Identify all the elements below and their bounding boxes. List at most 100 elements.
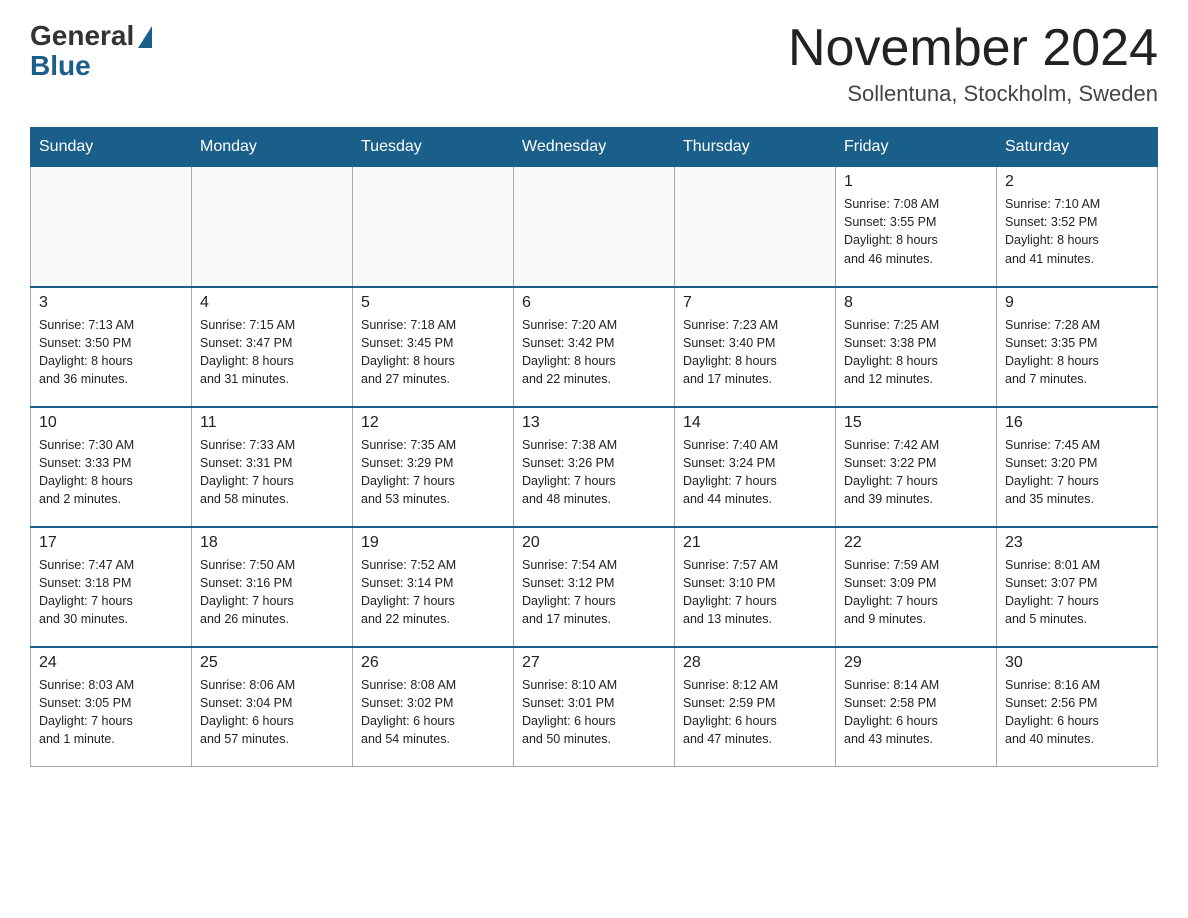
calendar-week-row: 10 Sunrise: 7:30 AM Sunset: 3:33 PM Dayli… <box>31 407 1158 527</box>
day-info: Sunrise: 7:42 AM Sunset: 3:22 PM Dayligh… <box>844 436 988 509</box>
calendar-cell: 23 Sunrise: 8:01 AM Sunset: 3:07 PM Dayli… <box>997 527 1158 647</box>
day-info: Sunrise: 7:54 AM Sunset: 3:12 PM Dayligh… <box>522 556 666 629</box>
calendar-cell: 20 Sunrise: 7:54 AM Sunset: 3:12 PM Dayli… <box>514 527 675 647</box>
calendar-cell: 18 Sunrise: 7:50 AM Sunset: 3:16 PM Dayli… <box>192 527 353 647</box>
calendar-cell <box>353 167 514 287</box>
day-number: 19 <box>361 534 505 552</box>
logo-general-text: General <box>30 20 134 52</box>
calendar-cell: 22 Sunrise: 7:59 AM Sunset: 3:09 PM Dayli… <box>836 527 997 647</box>
day-number: 22 <box>844 534 988 552</box>
calendar-cell: 24 Sunrise: 8:03 AM Sunset: 3:05 PM Dayli… <box>31 647 192 767</box>
calendar-cell: 8 Sunrise: 7:25 AM Sunset: 3:38 PM Daylig… <box>836 287 997 407</box>
calendar-cell: 28 Sunrise: 8:12 AM Sunset: 2:59 PM Dayli… <box>675 647 836 767</box>
day-info: Sunrise: 7:40 AM Sunset: 3:24 PM Dayligh… <box>683 436 827 509</box>
column-header-monday: Monday <box>192 128 353 167</box>
day-number: 27 <box>522 654 666 672</box>
day-number: 18 <box>200 534 344 552</box>
calendar-cell: 17 Sunrise: 7:47 AM Sunset: 3:18 PM Dayli… <box>31 527 192 647</box>
day-number: 10 <box>39 414 183 432</box>
calendar-cell: 16 Sunrise: 7:45 AM Sunset: 3:20 PM Dayli… <box>997 407 1158 527</box>
day-number: 26 <box>361 654 505 672</box>
day-info: Sunrise: 8:06 AM Sunset: 3:04 PM Dayligh… <box>200 676 344 749</box>
day-number: 21 <box>683 534 827 552</box>
logo: General Blue <box>30 20 152 80</box>
day-info: Sunrise: 7:30 AM Sunset: 3:33 PM Dayligh… <box>39 436 183 509</box>
day-info: Sunrise: 7:23 AM Sunset: 3:40 PM Dayligh… <box>683 316 827 389</box>
day-info: Sunrise: 7:57 AM Sunset: 3:10 PM Dayligh… <box>683 556 827 629</box>
day-info: Sunrise: 7:50 AM Sunset: 3:16 PM Dayligh… <box>200 556 344 629</box>
calendar-cell: 7Sunrise: 7:23 AM Sunset: 3:40 PM Daylig… <box>675 287 836 407</box>
day-info: Sunrise: 7:47 AM Sunset: 3:18 PM Dayligh… <box>39 556 183 629</box>
day-number: 30 <box>1005 654 1149 672</box>
day-info: Sunrise: 8:08 AM Sunset: 3:02 PM Dayligh… <box>361 676 505 749</box>
day-info: Sunrise: 8:16 AM Sunset: 2:56 PM Dayligh… <box>1005 676 1149 749</box>
calendar-cell: 11 Sunrise: 7:33 AM Sunset: 3:31 PM Dayli… <box>192 407 353 527</box>
day-number: 28 <box>683 654 827 672</box>
day-number: 8 <box>844 294 988 312</box>
month-title: November 2024 <box>788 20 1158 77</box>
day-number: 3 <box>39 294 183 312</box>
day-number: 20 <box>522 534 666 552</box>
day-info: Sunrise: 7:52 AM Sunset: 3:14 PM Dayligh… <box>361 556 505 629</box>
day-number: 9 <box>1005 294 1149 312</box>
day-info: Sunrise: 7:59 AM Sunset: 3:09 PM Dayligh… <box>844 556 988 629</box>
calendar-cell: 25Sunrise: 8:06 AM Sunset: 3:04 PM Dayli… <box>192 647 353 767</box>
calendar-cell: 4Sunrise: 7:15 AM Sunset: 3:47 PM Daylig… <box>192 287 353 407</box>
calendar-cell <box>675 167 836 287</box>
day-info: Sunrise: 8:14 AM Sunset: 2:58 PM Dayligh… <box>844 676 988 749</box>
calendar-cell: 2 Sunrise: 7:10 AM Sunset: 3:52 PM Daylig… <box>997 167 1158 287</box>
calendar-week-row: 24 Sunrise: 8:03 AM Sunset: 3:05 PM Dayli… <box>31 647 1158 767</box>
calendar-cell: 21 Sunrise: 7:57 AM Sunset: 3:10 PM Dayli… <box>675 527 836 647</box>
calendar-cell: 10 Sunrise: 7:30 AM Sunset: 3:33 PM Dayli… <box>31 407 192 527</box>
column-header-saturday: Saturday <box>997 128 1158 167</box>
calendar-cell: 9Sunrise: 7:28 AM Sunset: 3:35 PM Daylig… <box>997 287 1158 407</box>
location-subtitle: Sollentuna, Stockholm, Sweden <box>788 81 1158 107</box>
day-number: 4 <box>200 294 344 312</box>
day-info: Sunrise: 7:38 AM Sunset: 3:26 PM Dayligh… <box>522 436 666 509</box>
calendar-cell: 14 Sunrise: 7:40 AM Sunset: 3:24 PM Dayli… <box>675 407 836 527</box>
column-header-tuesday: Tuesday <box>353 128 514 167</box>
calendar-cell <box>514 167 675 287</box>
day-info: Sunrise: 8:01 AM Sunset: 3:07 PM Dayligh… <box>1005 556 1149 629</box>
day-info: Sunrise: 7:33 AM Sunset: 3:31 PM Dayligh… <box>200 436 344 509</box>
calendar-cell: 3 Sunrise: 7:13 AM Sunset: 3:50 PM Daylig… <box>31 287 192 407</box>
calendar-cell: 12Sunrise: 7:35 AM Sunset: 3:29 PM Dayli… <box>353 407 514 527</box>
calendar-cell: 5 Sunrise: 7:18 AM Sunset: 3:45 PM Daylig… <box>353 287 514 407</box>
day-info: Sunrise: 8:10 AM Sunset: 3:01 PM Dayligh… <box>522 676 666 749</box>
logo-blue-text: Blue <box>30 52 91 80</box>
calendar-header-row: SundayMondayTuesdayWednesdayThursdayFrid… <box>31 128 1158 167</box>
day-info: Sunrise: 7:45 AM Sunset: 3:20 PM Dayligh… <box>1005 436 1149 509</box>
column-header-wednesday: Wednesday <box>514 128 675 167</box>
column-header-sunday: Sunday <box>31 128 192 167</box>
calendar-cell <box>31 167 192 287</box>
day-info: Sunrise: 7:18 AM Sunset: 3:45 PM Dayligh… <box>361 316 505 389</box>
page-header: General Blue November 2024 Sollentuna, S… <box>30 20 1158 107</box>
day-info: Sunrise: 8:03 AM Sunset: 3:05 PM Dayligh… <box>39 676 183 749</box>
day-number: 17 <box>39 534 183 552</box>
day-number: 16 <box>1005 414 1149 432</box>
day-number: 5 <box>361 294 505 312</box>
day-number: 24 <box>39 654 183 672</box>
calendar-cell <box>192 167 353 287</box>
day-info: Sunrise: 7:08 AM Sunset: 3:55 PM Dayligh… <box>844 195 988 268</box>
calendar-cell: 27 Sunrise: 8:10 AM Sunset: 3:01 PM Dayli… <box>514 647 675 767</box>
calendar-cell: 1 Sunrise: 7:08 AM Sunset: 3:55 PM Daylig… <box>836 167 997 287</box>
column-header-thursday: Thursday <box>675 128 836 167</box>
day-info: Sunrise: 7:25 AM Sunset: 3:38 PM Dayligh… <box>844 316 988 389</box>
day-number: 14 <box>683 414 827 432</box>
day-number: 23 <box>1005 534 1149 552</box>
day-number: 29 <box>844 654 988 672</box>
calendar-cell: 13 Sunrise: 7:38 AM Sunset: 3:26 PM Dayli… <box>514 407 675 527</box>
day-info: Sunrise: 7:35 AM Sunset: 3:29 PM Dayligh… <box>361 436 505 509</box>
day-info: Sunrise: 8:12 AM Sunset: 2:59 PM Dayligh… <box>683 676 827 749</box>
calendar-cell: 29 Sunrise: 8:14 AM Sunset: 2:58 PM Dayli… <box>836 647 997 767</box>
day-info: Sunrise: 7:13 AM Sunset: 3:50 PM Dayligh… <box>39 316 183 389</box>
day-number: 13 <box>522 414 666 432</box>
day-number: 15 <box>844 414 988 432</box>
day-info: Sunrise: 7:10 AM Sunset: 3:52 PM Dayligh… <box>1005 195 1149 268</box>
day-number: 2 <box>1005 173 1149 191</box>
calendar-week-row: 1 Sunrise: 7:08 AM Sunset: 3:55 PM Daylig… <box>31 167 1158 287</box>
day-number: 1 <box>844 173 988 191</box>
calendar-cell: 6Sunrise: 7:20 AM Sunset: 3:42 PM Daylig… <box>514 287 675 407</box>
day-number: 11 <box>200 414 344 432</box>
